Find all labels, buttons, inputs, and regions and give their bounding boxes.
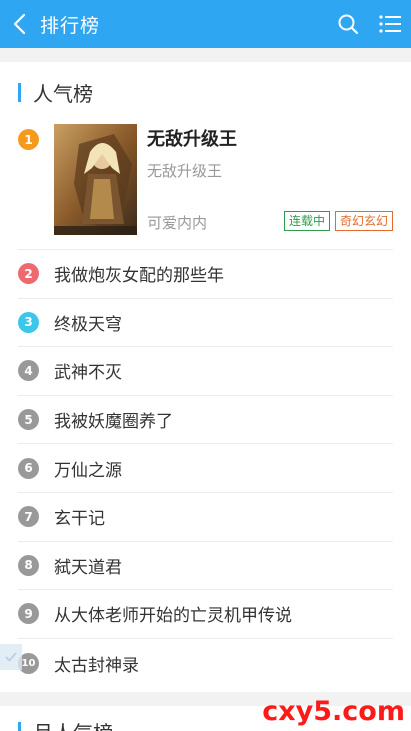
- rank-badge: 4: [18, 360, 39, 382]
- top-ranked-book[interactable]: 1 无敌升级王 无敌升级王 可爱内内 连载中 奇幻玄幻: [18, 122, 393, 250]
- top-bar: 排行榜: [0, 0, 411, 48]
- book-title: 我被妖魔圈养了: [54, 412, 173, 433]
- book-title: 我做炮灰女配的那些年: [54, 266, 224, 287]
- list-item[interactable]: 7 玄干记: [18, 493, 393, 542]
- list-item[interactable]: 4 武神不灭: [18, 347, 393, 396]
- section-header: 人气榜: [0, 62, 411, 122]
- list-item[interactable]: 6 万仙之源: [18, 444, 393, 493]
- search-icon: [338, 14, 359, 35]
- rank-badge: 3: [18, 311, 39, 333]
- list-item[interactable]: 8 弑天道君: [18, 542, 393, 591]
- rank-badge: 8: [18, 554, 39, 576]
- list-item[interactable]: 2 我做炮灰女配的那些年: [18, 250, 393, 299]
- watermark-logo: cxy5.com: [262, 696, 405, 727]
- back-arrow-icon: [13, 13, 26, 35]
- list-item[interactable]: 3 终极天穹: [18, 299, 393, 348]
- rank-badge: 2: [18, 263, 39, 285]
- book-cover-image[interactable]: [54, 124, 137, 235]
- check-icon: [5, 652, 17, 662]
- rank-badge: 7: [18, 506, 39, 528]
- book-title: 弑天道君: [54, 557, 122, 578]
- book-title: 从大体老师开始的亡灵机甲传说: [54, 606, 292, 627]
- section-accent-bar: [18, 82, 21, 102]
- page-title: 排行榜: [40, 14, 101, 37]
- status-tag: 连载中: [283, 211, 330, 231]
- book-tags: 连载中 奇幻玄幻: [283, 211, 393, 231]
- section-accent-bar: [18, 721, 21, 731]
- section-title: 人气榜: [33, 81, 93, 106]
- cover-art: [54, 124, 137, 235]
- book-title: 太古封神录: [54, 655, 139, 676]
- rank-badge: 9: [18, 603, 39, 625]
- side-float-tab[interactable]: [0, 644, 22, 670]
- book-title: 万仙之源: [54, 460, 122, 481]
- rank-badge: 6: [18, 457, 39, 479]
- list-item[interactable]: 10 太古封神录: [18, 639, 393, 688]
- book-title: 武神不灭: [54, 363, 122, 384]
- genre-tag: 奇幻玄幻: [334, 211, 393, 231]
- menu-button[interactable]: [369, 0, 411, 48]
- list-item[interactable]: 5 我被妖魔圈养了: [18, 396, 393, 445]
- back-button[interactable]: [0, 0, 40, 48]
- section-title: 月人气榜: [33, 717, 113, 731]
- rank-badge: 1: [18, 129, 39, 150]
- book-subtitle: 可爱内内: [147, 214, 208, 232]
- ranking-card-popularity: 人气榜 1 无敌升级王 无敌升级王 可爱内内 连载中 奇幻玄幻 2 我做炮灰女配…: [0, 62, 411, 692]
- book-author: 无敌升级王: [147, 162, 223, 180]
- book-title: 玄干记: [54, 509, 105, 530]
- book-title: 无敌升级王: [147, 129, 237, 150]
- book-title: 终极天穹: [54, 314, 122, 335]
- menu-list-icon: [379, 15, 401, 33]
- search-button[interactable]: [327, 0, 369, 48]
- rank-badge: 5: [18, 409, 39, 431]
- list-item[interactable]: 9 从大体老师开始的亡灵机甲传说: [18, 590, 393, 639]
